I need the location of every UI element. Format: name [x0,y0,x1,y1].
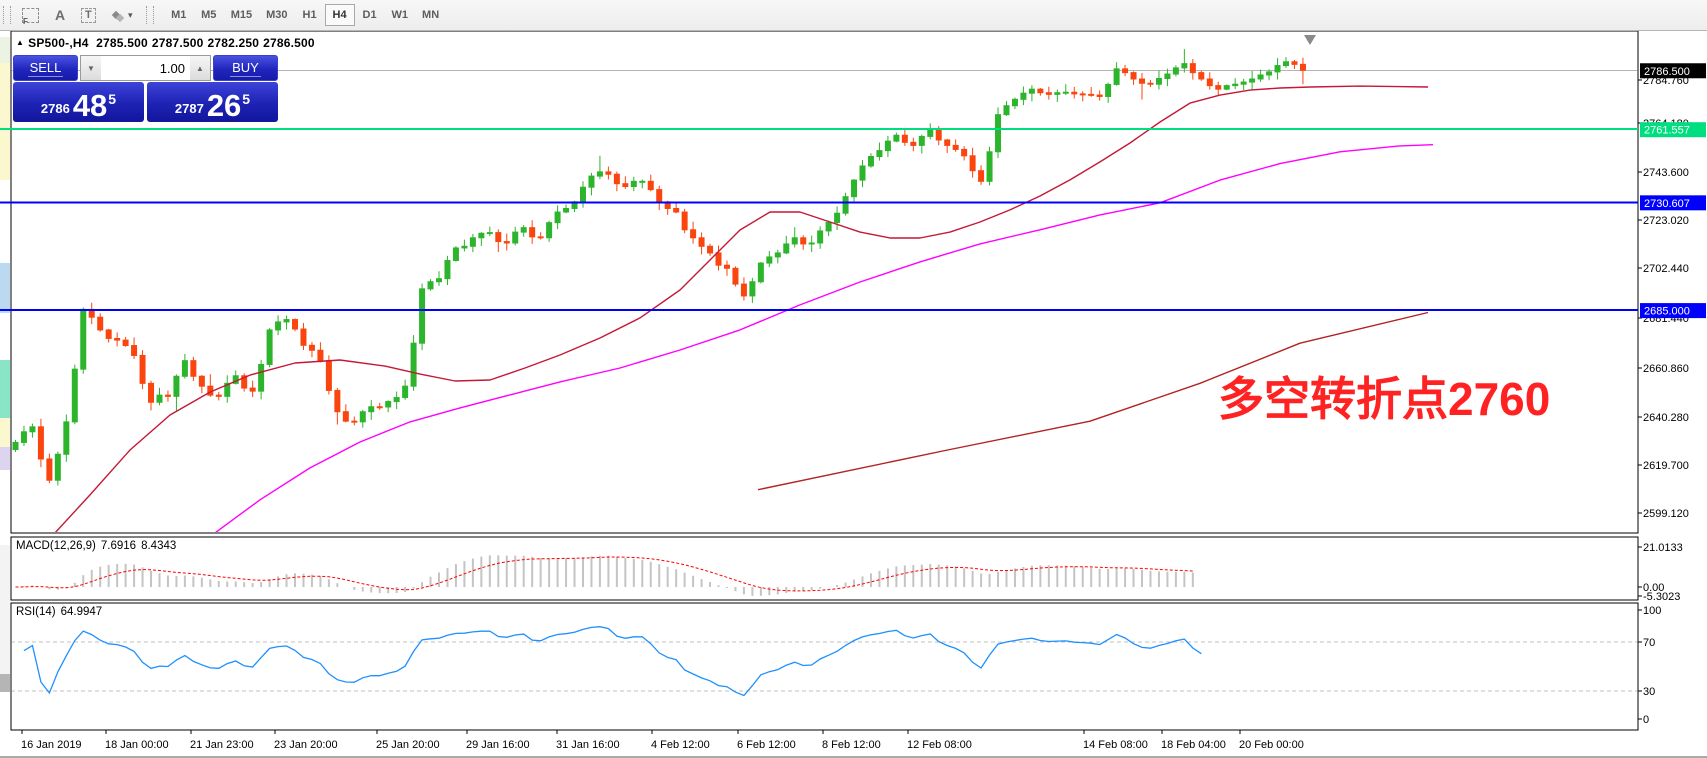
bid-prefix: 2786 [41,101,70,116]
timeframe-group: M1M5M15M30H1H4D1W1MN [164,4,446,26]
timeframe-button-W1[interactable]: W1 [385,4,416,26]
svg-text:4 Feb 12:00: 4 Feb 12:00 [651,739,710,751]
svg-text:21 Jan 23:00: 21 Jan 23:00 [190,739,254,751]
svg-text:2723.020: 2723.020 [1643,215,1689,227]
svg-text:18 Jan 00:00: 18 Jan 00:00 [105,739,169,751]
svg-text:23 Jan 20:00: 23 Jan 20:00 [274,739,338,751]
ohlc-low: 2782.250 [207,36,259,50]
ask-pip-digit: 5 [242,91,250,107]
svg-text:100: 100 [1643,605,1661,617]
annotation-text: 多空转折点2760 [1218,376,1550,422]
svg-text:30: 30 [1643,686,1655,698]
timeframe-button-M30[interactable]: M30 [259,4,294,26]
volume-stepper: ▼ 1.00 ▲ [80,55,211,81]
svg-text:2743.600: 2743.600 [1643,167,1689,179]
template-grid-icon: F [22,8,39,23]
timeframe-button-D1[interactable]: D1 [355,4,385,26]
svg-text:2761.557: 2761.557 [1644,125,1690,137]
buy-button[interactable]: BUY [213,55,278,81]
sell-button[interactable]: SELL [13,55,78,81]
svg-text:31 Jan 16:00: 31 Jan 16:00 [556,739,620,751]
svg-text:2786.500: 2786.500 [1644,66,1690,78]
ohlc-open: 2785.500 [96,36,148,50]
svg-text:2685.000: 2685.000 [1644,306,1690,318]
toolbar-grip-handle[interactable] [3,6,11,24]
macd-main-value: 7.6916 [101,540,136,552]
svg-text:0: 0 [1643,714,1649,726]
svg-text:12 Feb 08:00: 12 Feb 08:00 [907,739,972,751]
shapes-tool-button[interactable]: ▾ [103,3,143,27]
label-t-icon: T [81,8,96,23]
svg-text:18 Feb 04:00: 18 Feb 04:00 [1161,739,1226,751]
ask-big-digits: 26 [207,93,241,119]
svg-text:8 Feb 12:00: 8 Feb 12:00 [822,739,881,751]
timeframe-button-H4[interactable]: H4 [325,4,355,26]
bid-big-digits: 48 [73,93,107,119]
svg-text:25 Jan 20:00: 25 Jan 20:00 [376,739,440,751]
mt4-window: F A T ▾ M1M5M15M30H1H4D1W1MN 2784.760276… [0,0,1707,758]
svg-text:2702.440: 2702.440 [1643,263,1689,275]
svg-text:20 Feb 00:00: 20 Feb 00:00 [1239,739,1304,751]
volume-decrease-button[interactable]: ▼ [81,56,101,80]
svg-text:2619.700: 2619.700 [1643,460,1689,472]
macd-label: MACD(12,26,9)7.69168.4343 [16,540,181,552]
bid-pip-digit: 5 [108,91,116,107]
svg-text:-5.3023: -5.3023 [1643,591,1680,603]
symbol-triangle-icon: ▲ [16,38,24,47]
svg-text:2660.860: 2660.860 [1643,363,1689,375]
template-tool-button[interactable]: F [15,3,46,27]
ohlc-high: 2787.500 [152,36,204,50]
svg-text:70: 70 [1643,637,1655,649]
timeframe-button-H1[interactable]: H1 [295,4,325,26]
svg-text:21.0133: 21.0133 [1643,542,1683,554]
ask-quote[interactable]: 2787 26 5 [147,82,278,122]
timeframe-button-M1[interactable]: M1 [164,4,194,26]
ohlc-close: 2786.500 [263,36,315,50]
svg-text:6 Feb 12:00: 6 Feb 12:00 [737,739,796,751]
svg-text:2730.607: 2730.607 [1644,198,1690,210]
text-tool-button[interactable]: A [46,3,74,27]
symbol-timeframe: SP500-,H4 [28,36,89,50]
svg-text:2640.280: 2640.280 [1643,412,1689,424]
svg-text:2599.120: 2599.120 [1643,508,1689,520]
volume-input[interactable]: 1.00 [101,56,190,80]
chart-title: ▲ SP500-,H4 2785.500 2787.5002782.250 2786.… [16,36,319,50]
macd-signal-value: 8.4343 [141,540,176,552]
diamond-icon [116,14,124,22]
timeframe-button-M5[interactable]: M5 [194,4,224,26]
toolbar-grip-handle[interactable] [146,6,154,24]
toolbar: F A T ▾ M1M5M15M30H1H4D1W1MN [0,0,1707,31]
ask-prefix: 2787 [175,101,204,116]
rsi-value: 64.9947 [61,606,103,618]
svg-text:14 Feb 08:00: 14 Feb 08:00 [1083,739,1148,751]
volume-increase-button[interactable]: ▲ [190,56,210,80]
chevron-down-icon: ▾ [128,10,133,21]
text-a-icon: A [55,7,65,23]
bid-quote[interactable]: 2786 48 5 [13,82,144,122]
label-tool-button[interactable]: T [74,3,103,27]
svg-text:29 Jan 16:00: 29 Jan 16:00 [466,739,530,751]
timeframe-button-MN[interactable]: MN [415,4,446,26]
one-click-trading-panel: SELL ▼ 1.00 ▲ BUY 2786 48 5 2787 26 5 [13,55,278,122]
rsi-label: RSI(14)64.9947 [16,606,107,618]
svg-text:16 Jan 2019: 16 Jan 2019 [21,739,82,751]
timeframe-button-M15[interactable]: M15 [224,4,259,26]
